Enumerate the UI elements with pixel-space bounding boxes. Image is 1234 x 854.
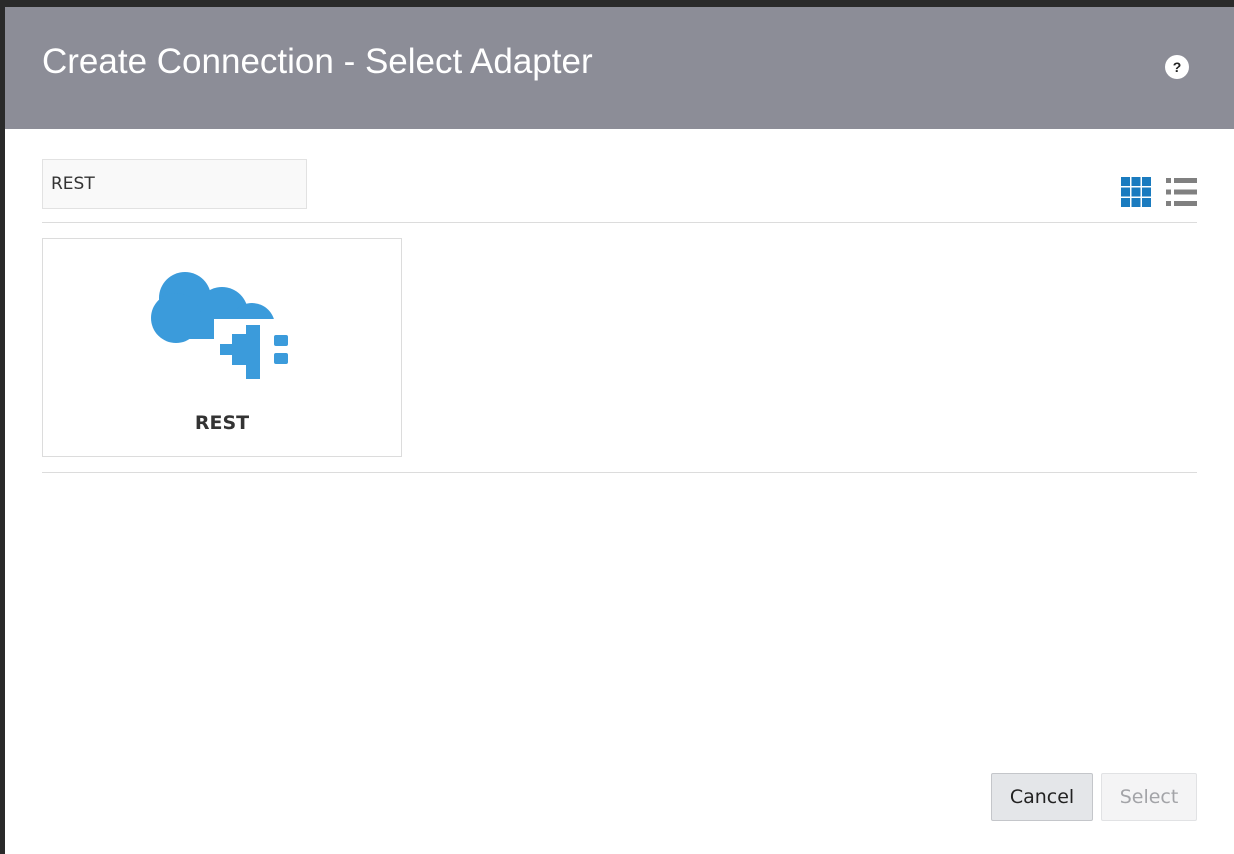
dialog-header: Create Connection - Select Adapter ? bbox=[5, 7, 1234, 129]
adapter-card-rest[interactable]: REST bbox=[42, 238, 402, 457]
divider bbox=[42, 222, 1197, 223]
backdrop bbox=[0, 0, 1234, 7]
adapter-search-input[interactable] bbox=[42, 159, 307, 209]
dialog-title: Create Connection - Select Adapter bbox=[42, 42, 593, 81]
list-view-toggle[interactable] bbox=[1166, 177, 1197, 207]
cloud-plug-icon bbox=[151, 272, 293, 383]
grid-view-toggle[interactable] bbox=[1121, 177, 1151, 207]
select-button[interactable]: Select bbox=[1101, 773, 1197, 821]
list-view-icon bbox=[1166, 178, 1197, 206]
cancel-button[interactable]: Cancel bbox=[991, 773, 1093, 821]
help-icon: ? bbox=[1172, 59, 1182, 75]
grid-view-icon bbox=[1121, 177, 1151, 207]
create-connection-dialog: Create Connection - Select Adapter ? RES… bbox=[5, 7, 1234, 854]
divider bbox=[42, 472, 1197, 473]
help-button[interactable]: ? bbox=[1165, 55, 1189, 79]
adapter-label: REST bbox=[194, 412, 250, 434]
